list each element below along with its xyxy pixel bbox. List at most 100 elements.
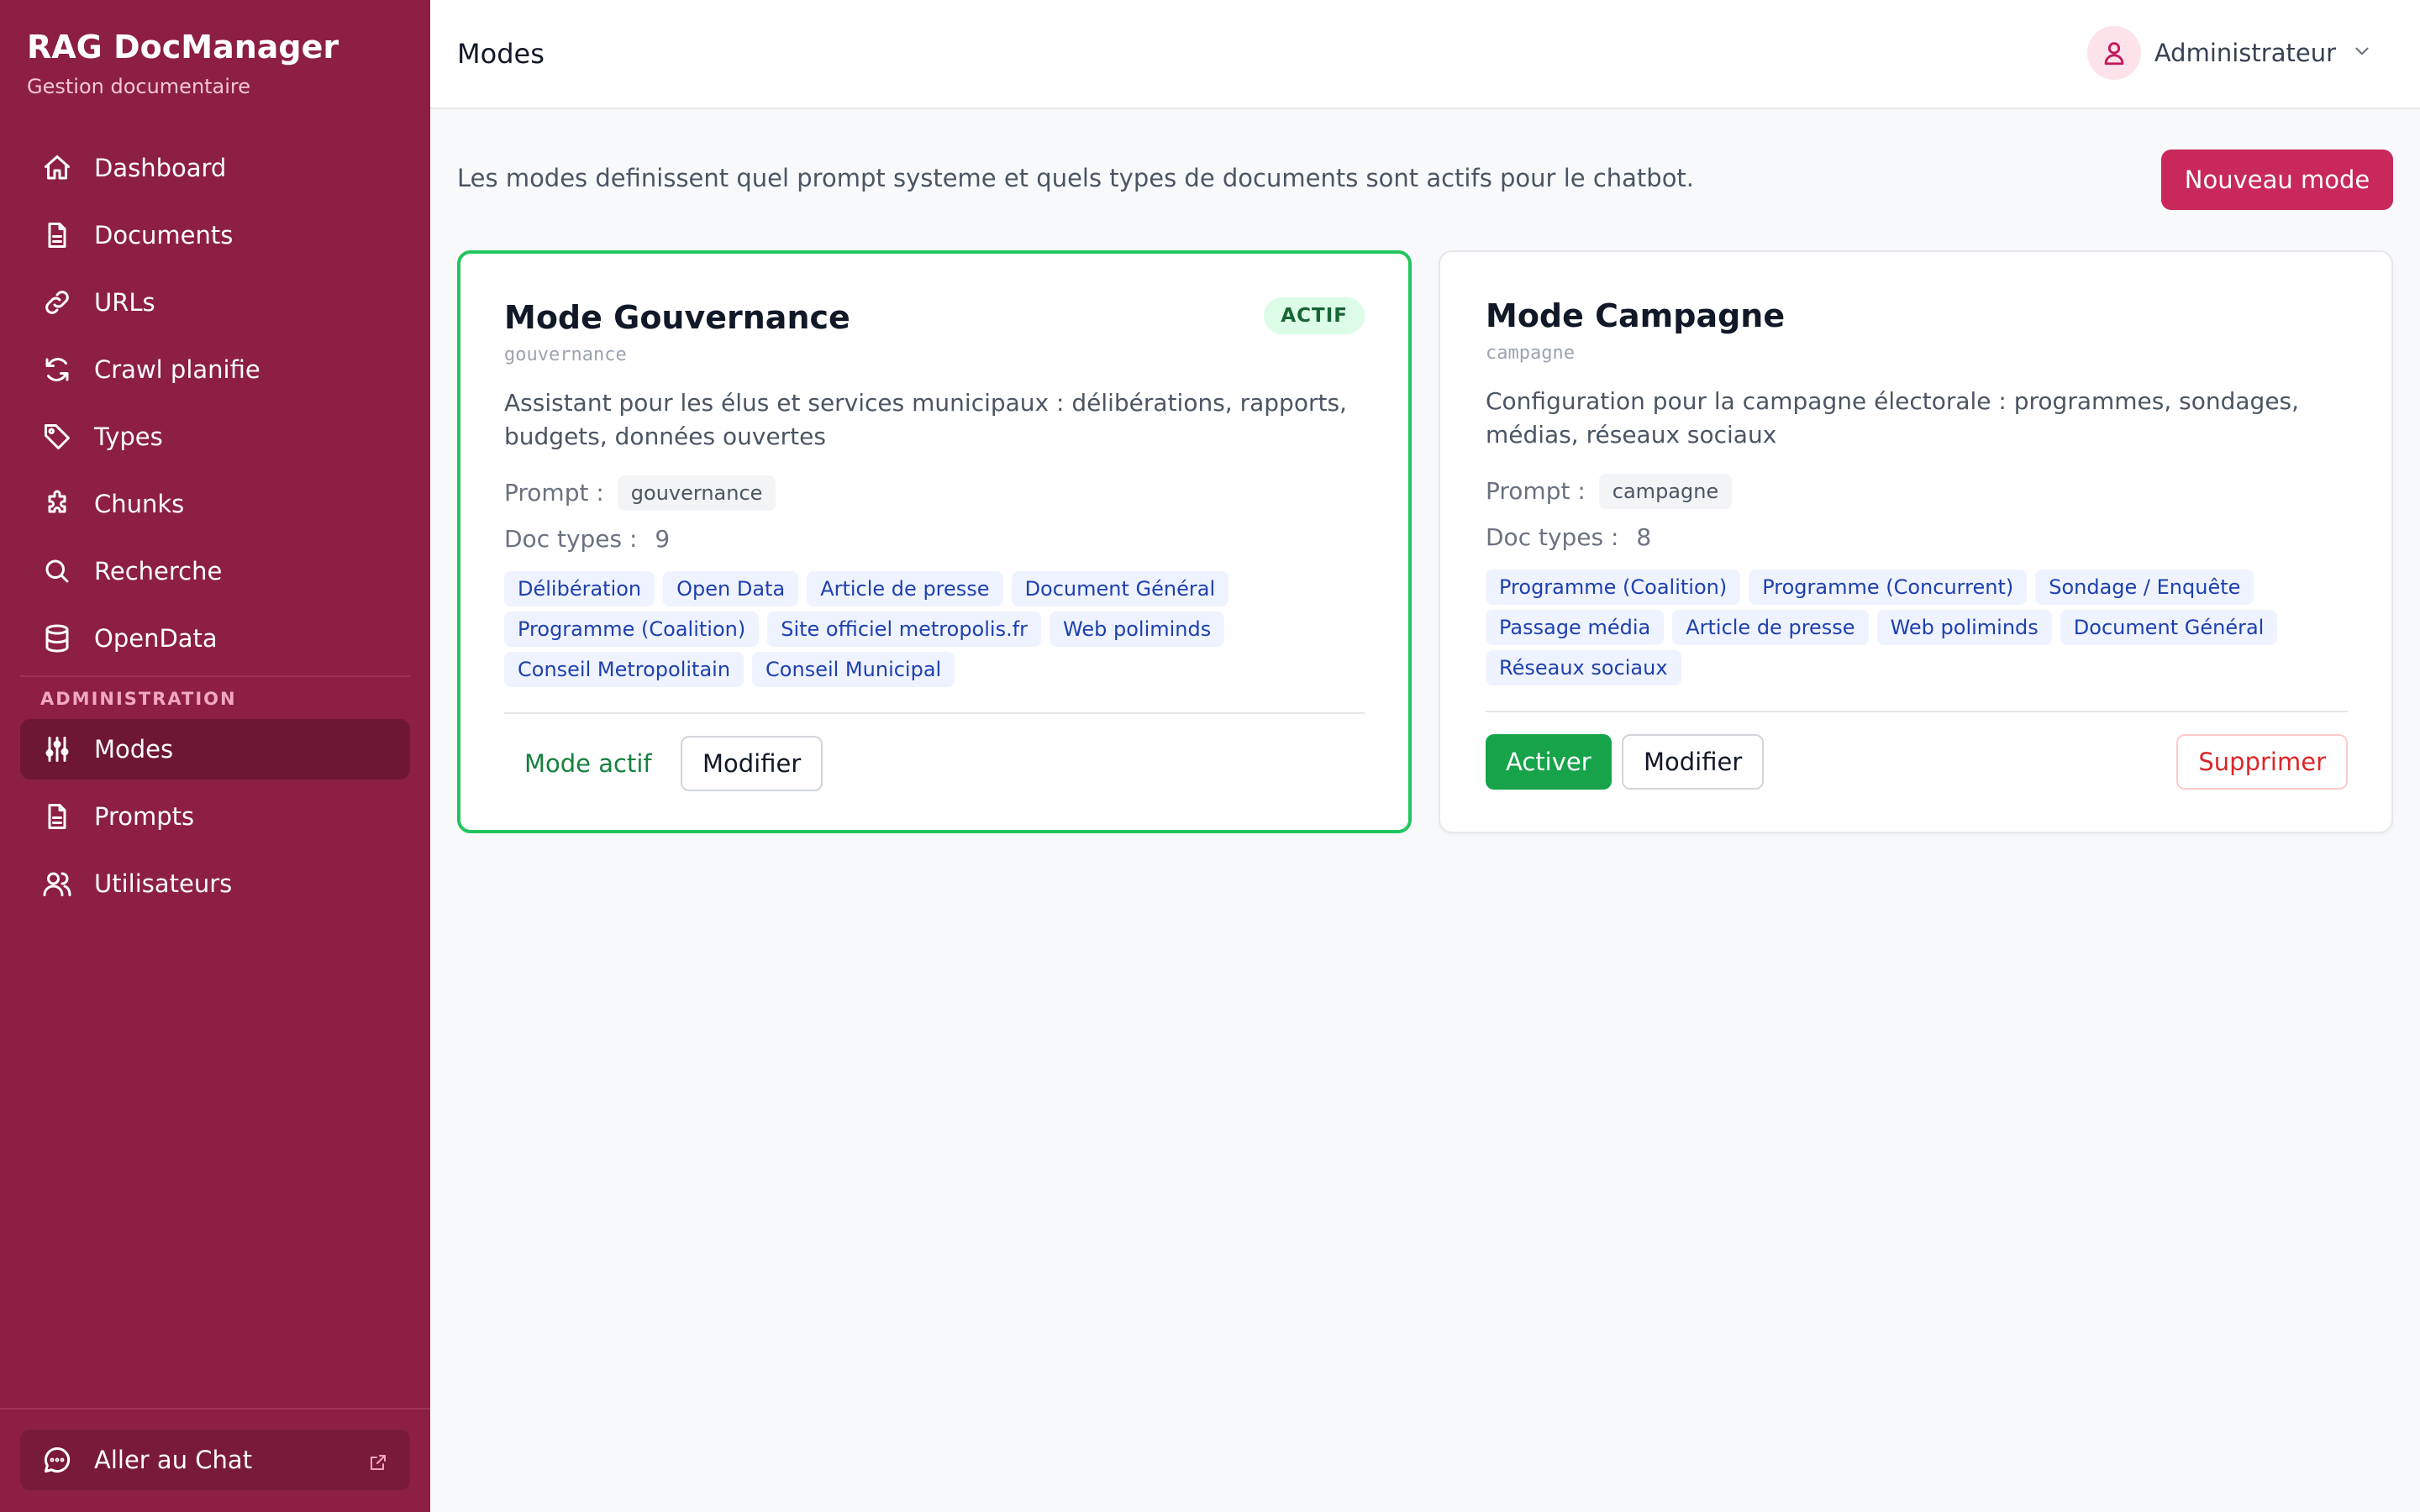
- doc-type-chip: Article de presse: [807, 571, 1003, 606]
- doc-type-chip: Web poliminds: [1876, 610, 2052, 645]
- doc-types-label: Doc types :: [1486, 523, 1619, 551]
- active-badge: ACTIF: [1264, 297, 1365, 334]
- chat-bubble-icon: [40, 1443, 74, 1477]
- mode-card-campagne: Mode Campagne campagne Configuration pou…: [1439, 250, 2393, 833]
- doc-types-label: Doc types :: [504, 525, 638, 553]
- user-name: Administrateur: [2154, 39, 2336, 67]
- prompt-chip: gouvernance: [617, 475, 776, 511]
- mode-description: Configuration pour la campagne électoral…: [1486, 387, 2300, 449]
- sidebar-item-types[interactable]: Types: [20, 407, 410, 467]
- doc-types-row: Doc types : 8: [1486, 521, 1651, 554]
- sidebar-item-label: Modes: [94, 735, 174, 764]
- doc-types-count: 9: [655, 525, 671, 553]
- sidebar-item-chunks[interactable]: Chunks: [20, 474, 410, 534]
- sidebar-nav: Dashboard Documents URLs Crawl planifie …: [20, 138, 410, 921]
- doc-type-chip: Site officiel metropolis.fr: [767, 612, 1042, 647]
- activate-mode-button[interactable]: Activer: [1486, 734, 1612, 790]
- sidebar-item-label: Utilisateurs: [94, 869, 233, 898]
- doc-type-chip: Article de presse: [1672, 610, 1869, 645]
- doc-type-chip: Délibération: [504, 571, 655, 606]
- doc-type-chip: Programme (Concurrent): [1749, 570, 2028, 605]
- sidebar-item-crawl[interactable]: Crawl planifie: [20, 339, 410, 400]
- go-to-chat-label: Aller au Chat: [94, 1446, 253, 1474]
- mode-active-text: Mode actif: [524, 749, 652, 778]
- sidebar-item-recherche[interactable]: Recherche: [20, 541, 410, 601]
- puzzle-icon: [40, 487, 74, 521]
- edit-mode-button[interactable]: Modifier: [1622, 734, 1765, 790]
- sidebar-item-label: OpenData: [94, 624, 218, 653]
- sidebar: RAG DocManager Gestion documentaire Dash…: [0, 0, 430, 1512]
- doc-type-chip: Réseaux sociaux: [1486, 650, 1681, 685]
- mode-card-gouvernance: Mode Gouvernance ACTIF gouvernance Assis…: [457, 250, 1412, 833]
- prompt-chip: campagne: [1598, 474, 1733, 509]
- sidebar-item-label: Crawl planifie: [94, 355, 260, 384]
- doc-types-row: Doc types : 9: [504, 522, 670, 556]
- edit-mode-button[interactable]: Modifier: [681, 736, 823, 791]
- card-divider: [1486, 711, 2348, 712]
- doc-type-chip: Conseil Metropolitain: [504, 652, 744, 687]
- avatar: [2086, 26, 2141, 80]
- brand-subtitle: Gestion documentaire: [27, 75, 251, 98]
- doc-type-chip: Web poliminds: [1050, 612, 1225, 647]
- doc-types-count: 8: [1636, 523, 1652, 551]
- go-to-chat-link[interactable]: Aller au Chat: [20, 1430, 410, 1490]
- sliders-icon: [40, 732, 74, 766]
- doc-type-chip: Document Général: [2060, 610, 2278, 645]
- user-icon: [2104, 42, 2124, 66]
- sidebar-item-label: Chunks: [94, 490, 185, 518]
- page-title: Modes: [457, 38, 544, 70]
- brand-title: RAG DocManager: [27, 29, 339, 66]
- mode-slug: gouvernance: [504, 344, 627, 365]
- prompt-row: Prompt : gouvernance: [504, 475, 776, 511]
- card-actions: Activer Modifier Supprimer: [1486, 734, 2348, 790]
- doc-type-chips: Délibération Open Data Article de presse…: [504, 571, 1370, 692]
- mode-title: Mode Campagne: [1486, 297, 1786, 334]
- nav-divider: [20, 675, 410, 677]
- tag-icon: [40, 420, 74, 454]
- sidebar-item-label: Dashboard: [94, 154, 227, 182]
- doc-type-chip: Sondage / Enquête: [2035, 570, 2254, 605]
- sidebar-item-label: Types: [94, 423, 163, 451]
- sidebar-item-utilisateurs[interactable]: Utilisateurs: [20, 853, 410, 914]
- card-divider: [504, 712, 1365, 714]
- sidebar-item-documents[interactable]: Documents: [20, 205, 410, 265]
- doc-type-chip: Conseil Municipal: [752, 652, 955, 687]
- doc-type-chip: Programme (Coalition): [1486, 570, 1741, 605]
- sidebar-item-label: Recherche: [94, 557, 223, 585]
- document-icon: [40, 218, 74, 252]
- mode-slug: campagne: [1486, 343, 1575, 364]
- card-actions: Mode actif Modifier: [504, 736, 1365, 791]
- user-menu[interactable]: Administrateur: [2086, 25, 2373, 81]
- external-link-icon: [368, 1450, 388, 1470]
- prompt-row: Prompt : campagne: [1486, 474, 1733, 509]
- prompt-label: Prompt :: [504, 479, 604, 507]
- sidebar-item-modes[interactable]: Modes: [20, 719, 410, 780]
- search-icon: [40, 554, 74, 588]
- sidebar-item-urls[interactable]: URLs: [20, 272, 410, 333]
- mode-description: Assistant pour les élus et services muni…: [504, 389, 1347, 450]
- sidebar-item-dashboard[interactable]: Dashboard: [20, 138, 410, 198]
- refresh-icon: [40, 353, 74, 386]
- top-header: Modes Administrateur: [430, 0, 2420, 109]
- doc-type-chips: Programme (Coalition) Programme (Concurr…: [1486, 570, 2351, 690]
- doc-type-chip: Open Data: [663, 571, 799, 606]
- link-icon: [40, 286, 74, 319]
- home-icon: [40, 151, 74, 185]
- database-icon: [40, 622, 74, 655]
- doc-type-chip: Passage média: [1486, 610, 1665, 645]
- sidebar-item-label: Documents: [94, 221, 234, 249]
- delete-mode-button[interactable]: Supprimer: [2176, 734, 2348, 790]
- sidebar-item-prompts[interactable]: Prompts: [20, 786, 410, 847]
- doc-type-chip: Document Général: [1011, 571, 1229, 606]
- document-icon: [40, 800, 74, 833]
- modes-intro-text: Les modes definissent quel prompt system…: [457, 164, 1695, 192]
- sidebar-item-label: URLs: [94, 288, 155, 317]
- prompt-label: Prompt :: [1486, 477, 1586, 505]
- chevron-down-icon: [2351, 40, 2373, 66]
- sidebar-item-label: Prompts: [94, 802, 195, 831]
- sidebar-item-opendata[interactable]: OpenData: [20, 608, 410, 669]
- doc-type-chip: Programme (Coalition): [504, 612, 760, 647]
- new-mode-button[interactable]: Nouveau mode: [2161, 150, 2393, 210]
- users-icon: [40, 867, 74, 900]
- brand: RAG DocManager Gestion documentaire: [27, 27, 339, 101]
